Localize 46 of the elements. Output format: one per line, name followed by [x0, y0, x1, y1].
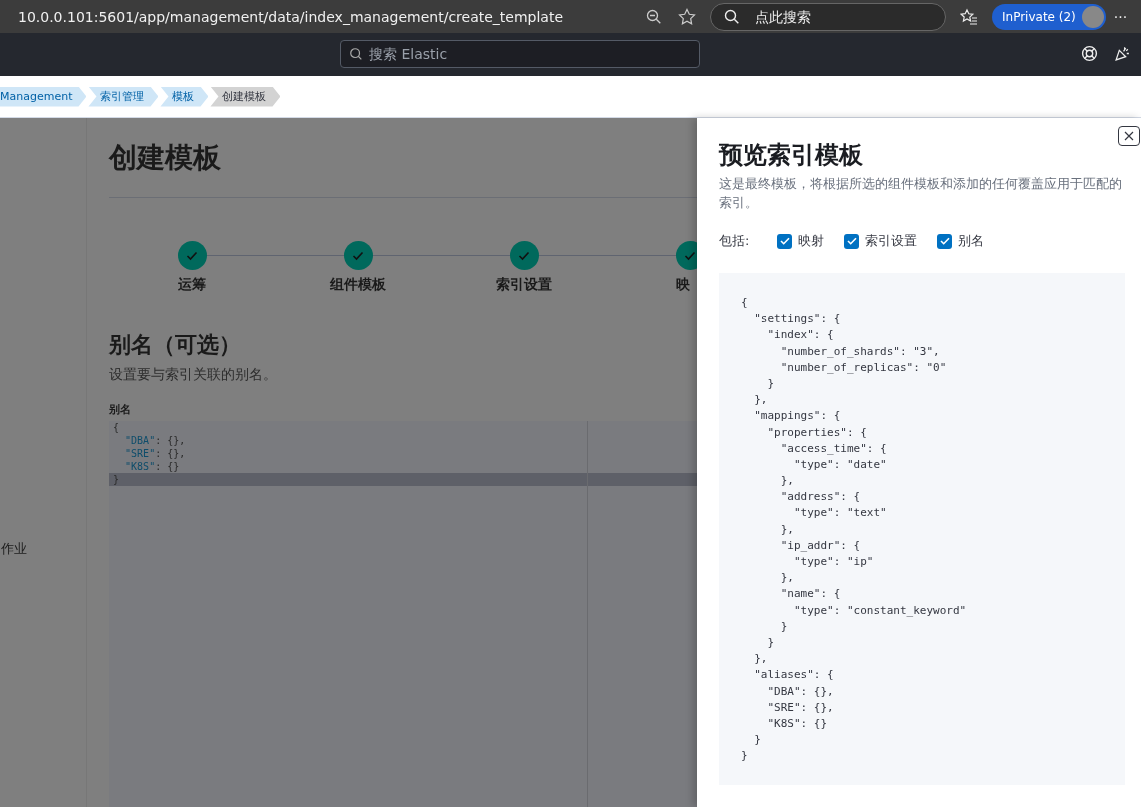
- step-indicator[interactable]: [343, 241, 373, 270]
- editor-label: 别名: [109, 402, 132, 417]
- more-button[interactable]: ···: [1113, 8, 1128, 25]
- code-line: "SRE": {},: [124, 447, 187, 460]
- flyout-description: 这是最终模板，将根据所选的组件模板和添加的任何覆盖应用于匹配的索引。: [719, 175, 1123, 212]
- party-popper-icon[interactable]: [1114, 45, 1131, 62]
- step-label: 映: [676, 276, 690, 294]
- search-field[interactable]: 搜索 Elastic: [340, 40, 700, 68]
- close-icon: [1124, 131, 1134, 141]
- flyout-title: 预览索引模板: [719, 140, 864, 170]
- help-icon[interactable]: [1081, 45, 1098, 62]
- checkbox[interactable]: [937, 233, 952, 249]
- checkbox-label[interactable]: 映射: [798, 232, 824, 250]
- code-line: {: [112, 421, 121, 434]
- code-line: "K8S": {}: [124, 460, 181, 473]
- breadcrumb[interactable]: 模板: [160, 86, 209, 107]
- checkbox[interactable]: [777, 233, 792, 249]
- section-title: 别名（可选）: [109, 331, 242, 359]
- star-icon[interactable]: [678, 7, 696, 26]
- sidebar-item[interactable]: 作业: [1, 540, 27, 558]
- checkbox-label[interactable]: 索引设置: [865, 232, 917, 250]
- page-title: 创建模板: [109, 140, 222, 176]
- step-label: 运筹: [178, 276, 206, 294]
- breadcrumb[interactable]: 创建模板: [210, 86, 281, 107]
- section-description: 设置要与索引关联的别名。: [109, 366, 278, 384]
- search-icon: [724, 8, 740, 25]
- favorites-icon[interactable]: [960, 7, 978, 26]
- breadcrumb[interactable]: Management: [0, 86, 87, 107]
- step-label: 组件模板: [330, 276, 386, 294]
- step-label: 索引设置: [496, 276, 552, 294]
- breadcrumb[interactable]: 索引管理: [88, 86, 159, 107]
- include-label: 包括:: [719, 232, 751, 250]
- step-indicator[interactable]: [509, 241, 539, 270]
- checkbox-label[interactable]: 别名: [958, 232, 984, 250]
- step-indicator[interactable]: [675, 241, 697, 270]
- zoom-out-icon[interactable]: [646, 8, 662, 25]
- browser-search-field[interactable]: 点此搜索: [710, 2, 946, 31]
- code-editor[interactable]: { "DBA": {}, "SRE": {}, "K8S": {} }: [109, 421, 697, 807]
- inprivate-button[interactable]: InPrivate (2): [992, 3, 1106, 30]
- checkbox[interactable]: [844, 233, 859, 249]
- code-line: "DBA": {},: [124, 434, 187, 447]
- code-block: { "settings": { "index": { "number_of_shards": "3", "number_of_replicas": "0" } }, "mappings": { "properties": { "access_time": { "type": "date" }, "address": { "type": "text" }, "ip_addr": { "type": "ip" }, "name": { "type": "constant_keyword" } } }, "aliases": { "DBA": {}, "SRE": {}, "K8S": {} } }: [719, 273, 1125, 785]
- step-indicator[interactable]: [177, 241, 207, 270]
- search-icon: [349, 47, 363, 61]
- address-bar-url[interactable]: 10.0.0.101:5601/app/management/data/index_management/create_template: [18, 8, 564, 25]
- close-button[interactable]: [1118, 126, 1140, 146]
